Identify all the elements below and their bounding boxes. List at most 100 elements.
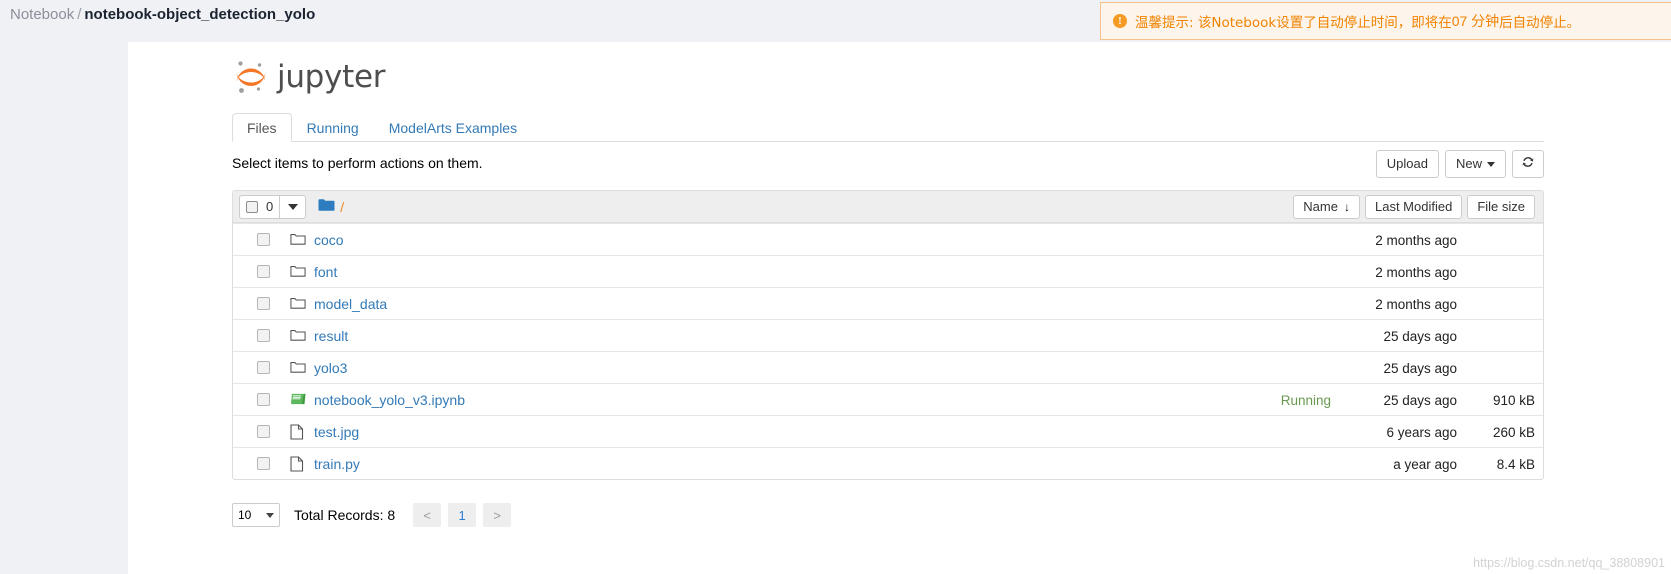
row-meta: a year ago 8.4 kB xyxy=(1331,448,1535,479)
chevron-down-icon xyxy=(1487,161,1495,167)
file-list: 0 / Name ↓ Last Modified File size coco … xyxy=(232,190,1544,480)
upload-button[interactable]: Upload xyxy=(1375,150,1439,178)
file-document-icon xyxy=(290,423,306,440)
sort-by-name-button[interactable]: Name ↓ xyxy=(1293,195,1360,219)
file-name-link[interactable]: test.jpg xyxy=(314,424,359,440)
row-checkbox[interactable] xyxy=(257,265,270,278)
file-name-link[interactable]: result xyxy=(314,328,348,344)
chevron-down-icon xyxy=(266,513,274,518)
running-status: Running xyxy=(1280,392,1331,408)
row-checkbox[interactable] xyxy=(257,457,270,470)
selection-menu-button[interactable] xyxy=(280,194,307,219)
tab-modelarts-examples[interactable]: ModelArts Examples xyxy=(374,113,532,142)
prev-page-button[interactable]: < xyxy=(413,503,442,527)
table-row[interactable]: font 2 months ago xyxy=(233,255,1543,287)
arrow-down-icon: ↓ xyxy=(1343,200,1350,214)
table-row[interactable]: model_data 2 months ago xyxy=(233,287,1543,319)
last-modified-value: 25 days ago xyxy=(1383,328,1457,344)
breadcrumb-root[interactable]: Notebook xyxy=(10,6,74,23)
last-modified-value: 25 days ago xyxy=(1383,392,1457,408)
last-modified-value: 2 months ago xyxy=(1375,296,1457,312)
select-items-hint: Select items to perform actions on them. xyxy=(232,155,483,171)
refresh-icon xyxy=(1521,155,1535,173)
notice-text-after: 后自动停止。 xyxy=(1499,15,1581,31)
table-row[interactable]: test.jpg 6 years ago 260 kB xyxy=(233,415,1543,447)
action-row: Select items to perform actions on them.… xyxy=(232,150,1544,180)
table-row[interactable]: coco 2 months ago xyxy=(233,223,1543,255)
last-modified-value: 25 days ago xyxy=(1383,360,1457,376)
file-list-header: 0 / Name ↓ Last Modified File size xyxy=(233,191,1543,223)
path-root-label[interactable]: / xyxy=(340,199,344,215)
tab-bar: Files Running ModelArts Examples xyxy=(232,112,1544,142)
file-name-link[interactable]: train.py xyxy=(314,456,360,472)
sort-by-file-size-button[interactable]: File size xyxy=(1467,195,1535,219)
file-name-link[interactable]: font xyxy=(314,264,337,280)
last-modified-value: 6 years ago xyxy=(1386,424,1457,440)
tab-running[interactable]: Running xyxy=(292,113,374,142)
table-row[interactable]: train.py a year ago 8.4 kB xyxy=(233,447,1543,479)
last-modified-value: 2 months ago xyxy=(1375,264,1457,280)
breadcrumb-separator: / xyxy=(77,6,82,23)
row-meta: 25 days ago xyxy=(1331,320,1535,352)
jupyter-page: jupyter Files Running ModelArts Examples… xyxy=(128,42,1671,574)
watermark-text: https://blog.csdn.net/qq_38808901 xyxy=(1473,556,1665,570)
sort-by-name-label: Name xyxy=(1303,199,1338,214)
last-modified-value: a year ago xyxy=(1393,456,1457,472)
refresh-button[interactable] xyxy=(1512,150,1544,178)
select-all-group: 0 xyxy=(239,194,307,219)
row-checkbox[interactable] xyxy=(257,329,270,342)
upload-button-label: Upload xyxy=(1386,156,1428,171)
new-button-label: New xyxy=(1455,156,1482,171)
file-name-link[interactable]: yolo3 xyxy=(314,360,347,376)
jupyter-brand-header[interactable]: jupyter xyxy=(232,54,385,100)
breadcrumb: Notebook / notebook-object_detection_yolo xyxy=(10,4,315,26)
page-size-value: 10 xyxy=(238,508,252,522)
sort-by-last-modified-button[interactable]: Last Modified xyxy=(1364,195,1463,219)
row-checkbox[interactable] xyxy=(257,233,270,246)
row-checkbox[interactable] xyxy=(257,393,270,406)
page-number-1[interactable]: 1 xyxy=(448,503,477,527)
selected-count: 0 xyxy=(266,199,274,214)
folder-outline-icon xyxy=(290,296,306,312)
row-checkbox[interactable] xyxy=(257,361,270,374)
last-modified-label: Last Modified xyxy=(1374,199,1453,214)
file-size-label: File size xyxy=(1477,199,1525,214)
breadcrumb-path: / xyxy=(318,198,344,215)
jupyter-wordmark: jupyter xyxy=(277,59,386,95)
warning-exclamation-icon: ! xyxy=(1113,14,1127,28)
file-size-value: 910 kB xyxy=(1492,392,1535,408)
pagination-buttons: < 1 > xyxy=(413,503,512,527)
tab-files[interactable]: Files xyxy=(232,113,292,142)
folder-outline-icon xyxy=(290,328,306,344)
file-name-link[interactable]: coco xyxy=(314,232,344,248)
notice-minutes: 07 分钟 xyxy=(1451,13,1500,29)
file-name-link[interactable]: model_data xyxy=(314,296,387,312)
row-meta: 2 months ago xyxy=(1331,256,1535,288)
breadcrumb-current: notebook-object_detection_yolo xyxy=(84,6,316,23)
folder-outline-icon xyxy=(290,232,306,248)
auto-stop-notice-banner: ! 温馨提示: 该Notebook设置了自动停止时间，即将在 07 分钟 后自动… xyxy=(1100,2,1671,40)
table-row[interactable]: notebook_yolo_v3.ipynb Running 25 days a… xyxy=(233,383,1543,415)
select-all-checkbox-wrap[interactable]: 0 xyxy=(239,194,281,219)
chevron-down-icon xyxy=(287,203,298,210)
file-name-link[interactable]: notebook_yolo_v3.ipynb xyxy=(314,392,465,408)
jupyter-logo-icon xyxy=(232,57,270,97)
pagination-bar: 10 Total Records: 8 < 1 > xyxy=(232,500,1544,530)
folder-filled-icon xyxy=(318,198,335,215)
row-checkbox[interactable] xyxy=(257,297,270,310)
folder-outline-icon xyxy=(290,360,306,376)
select-all-checkbox[interactable] xyxy=(246,200,258,213)
folder-outline-icon xyxy=(290,264,306,280)
row-checkbox[interactable] xyxy=(257,425,270,438)
total-records-label: Total Records: 8 xyxy=(294,507,396,523)
page-size-select[interactable]: 10 xyxy=(232,503,280,527)
column-header-buttons: Name ↓ Last Modified File size xyxy=(1293,195,1535,219)
row-meta: 25 days ago xyxy=(1331,352,1535,384)
table-row[interactable]: result 25 days ago xyxy=(233,319,1543,351)
new-button[interactable]: New xyxy=(1444,150,1506,178)
file-size-value: 8.4 kB xyxy=(1496,456,1535,472)
last-modified-value: 2 months ago xyxy=(1375,232,1457,248)
next-page-button[interactable]: > xyxy=(483,503,512,527)
row-meta: Running 25 days ago 910 kB xyxy=(1281,384,1535,416)
table-row[interactable]: yolo3 25 days ago xyxy=(233,351,1543,383)
